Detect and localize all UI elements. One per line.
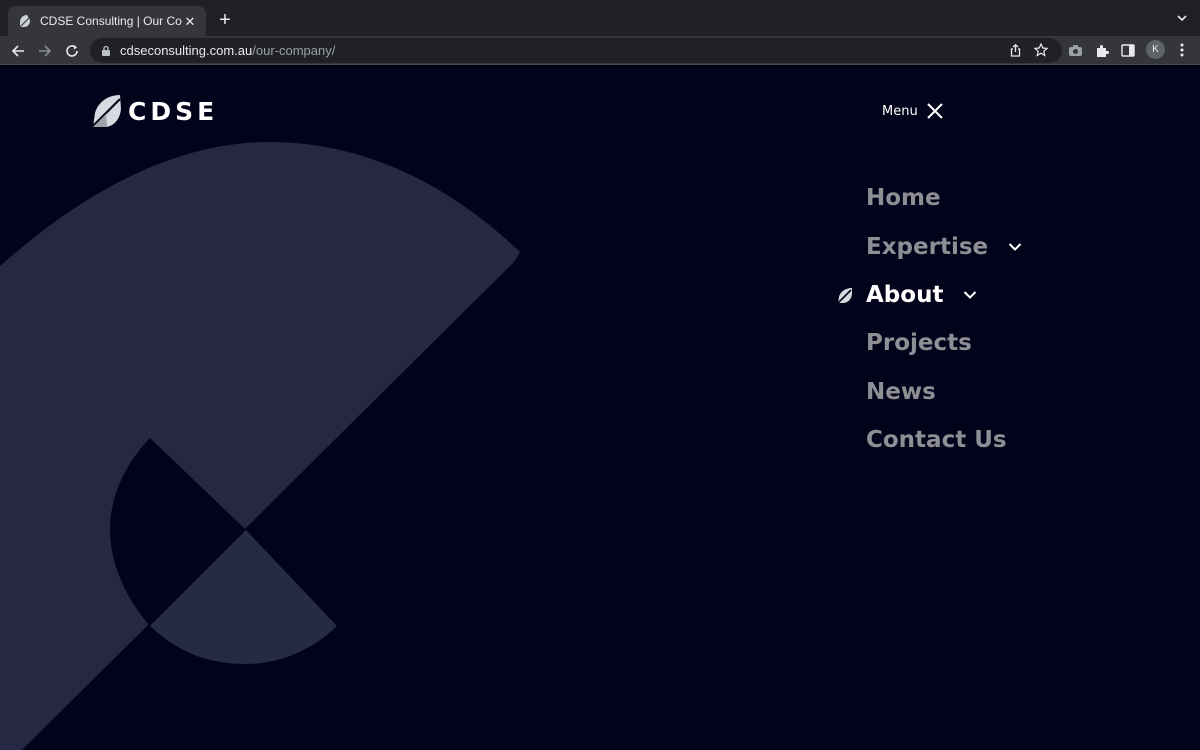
main-navigation: Home Expertise About Projects News Conta…	[837, 174, 1022, 464]
share-button[interactable]	[1007, 42, 1023, 58]
nav-item-news[interactable]: News	[866, 368, 1022, 416]
back-button[interactable]	[8, 41, 28, 61]
more-vertical-icon	[1180, 43, 1184, 57]
extensions-button[interactable]	[1093, 41, 1111, 59]
camera-icon	[1068, 44, 1082, 56]
lock-icon	[102, 45, 110, 56]
close-icon	[926, 103, 943, 119]
new-tab-button[interactable]: +	[214, 9, 236, 31]
nav-label: Projects	[866, 330, 972, 357]
nav-item-about[interactable]: About	[837, 271, 1022, 319]
nav-label: Expertise	[866, 233, 989, 260]
side-panel-button[interactable]	[1119, 41, 1137, 59]
nav-item-contact-us[interactable]: Contact Us	[866, 416, 1022, 464]
forward-arrow-icon	[39, 45, 52, 57]
chevron-down-icon[interactable]	[1008, 242, 1022, 252]
site-logo[interactable]: CDSE	[90, 94, 218, 128]
nav-item-projects[interactable]: Projects	[866, 319, 1022, 367]
address-bar[interactable]: cdseconsulting.com.au/our-company/	[90, 38, 1062, 63]
browser-toolbar: cdseconsulting.com.au/our-company/ K	[0, 36, 1200, 65]
active-leaf-icon	[837, 287, 852, 304]
star-icon	[1034, 43, 1048, 57]
logo-text: CDSE	[128, 96, 219, 126]
browser-tab[interactable]: CDSE Consulting | Our Company ✕	[8, 6, 206, 36]
share-icon	[1010, 43, 1020, 57]
forward-button[interactable]	[35, 41, 55, 61]
profile-avatar[interactable]: K	[1146, 40, 1165, 59]
decorative-background-shape	[0, 142, 520, 750]
back-arrow-icon	[11, 45, 24, 57]
puzzle-icon	[1096, 44, 1109, 57]
nav-label: Contact Us	[866, 427, 1007, 454]
chevron-down-icon[interactable]	[963, 290, 977, 300]
cdse-logo-icon	[91, 95, 121, 128]
nav-item-home[interactable]: Home	[866, 174, 1022, 222]
side-panel-icon	[1121, 43, 1135, 57]
cdse-favicon-icon	[19, 15, 31, 28]
nav-label: News	[866, 378, 936, 405]
menu-close-button[interactable]: Menu	[882, 102, 944, 120]
tab-close-icon[interactable]: ✕	[182, 15, 198, 28]
nav-item-expertise[interactable]: Expertise	[866, 222, 1022, 270]
browser-menu-button[interactable]	[1173, 41, 1191, 59]
reload-icon	[66, 45, 78, 57]
nav-label: Home	[866, 185, 941, 212]
tab-title: CDSE Consulting | Our Company	[40, 14, 182, 28]
bookmark-button[interactable]	[1033, 42, 1049, 58]
reload-button[interactable]	[62, 41, 82, 61]
url-path: /our-company/	[252, 43, 336, 58]
screenshot-extension-button[interactable]	[1066, 41, 1084, 59]
url-host: cdseconsulting.com.au	[120, 43, 253, 58]
nav-label: About	[866, 281, 944, 308]
menu-label: Menu	[882, 103, 918, 119]
tab-search-chevron-icon[interactable]	[1174, 10, 1190, 26]
browser-tab-bar: CDSE Consulting | Our Company ✕ +	[0, 0, 1200, 36]
page-content: CDSE Menu Home Expertise About Projects …	[0, 66, 1200, 750]
